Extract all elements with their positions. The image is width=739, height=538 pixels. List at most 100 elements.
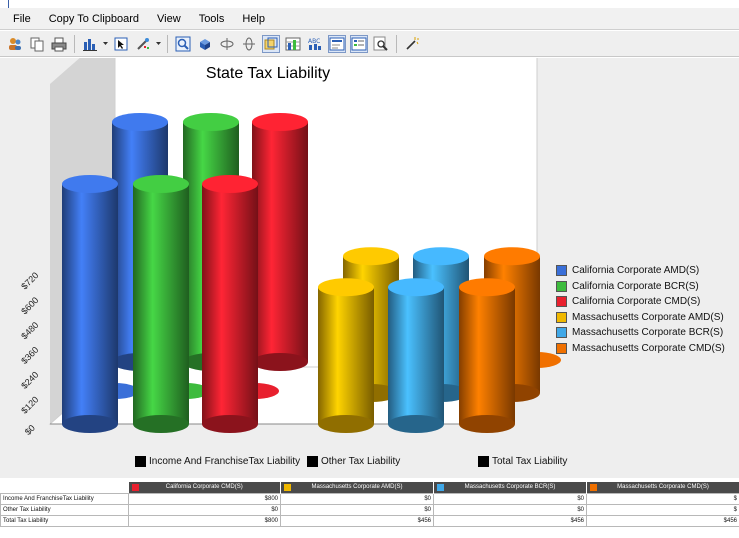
bar-bottom bbox=[62, 415, 118, 433]
3d-icon[interactable] bbox=[196, 35, 214, 53]
bar-body bbox=[202, 184, 258, 424]
table-cell: $ bbox=[586, 503, 739, 516]
table-cell: $0 bbox=[128, 503, 281, 516]
menu-help[interactable]: Help bbox=[233, 8, 274, 30]
bar-top bbox=[112, 113, 168, 131]
bar bbox=[133, 175, 189, 433]
legend-label: Massachusetts Corporate BCR(S) bbox=[572, 327, 724, 339]
paint-icon[interactable] bbox=[134, 35, 152, 53]
category-legend-label: Other Tax Liability bbox=[321, 456, 401, 467]
bar-top bbox=[484, 247, 540, 266]
legend-entry: Massachusetts Corporate BCR(S) bbox=[556, 325, 725, 341]
table-cell: $800 bbox=[128, 492, 281, 505]
bar-body bbox=[62, 184, 118, 424]
bar-bottom bbox=[459, 415, 515, 433]
menu-copy-to-clipboard[interactable]: Copy To Clipboard bbox=[40, 8, 148, 30]
chevron-down-icon[interactable] bbox=[156, 35, 161, 53]
wizard-icon[interactable] bbox=[403, 35, 421, 53]
bar bbox=[459, 278, 515, 433]
bar-top bbox=[388, 278, 444, 297]
table-cell: $456 bbox=[586, 514, 739, 527]
data-table: California Corporate CMD(S) Massachusett… bbox=[0, 482, 739, 527]
bar-top bbox=[459, 278, 515, 297]
y-tick-label: $0 bbox=[23, 423, 37, 437]
bar-bottom bbox=[252, 353, 308, 371]
table-column-header: Massachusetts Corporate CMD(S) bbox=[586, 482, 739, 493]
y-tick-label: $480 bbox=[19, 320, 40, 341]
select-icon[interactable] bbox=[112, 35, 130, 53]
legend-label: California Corporate CMD(S) bbox=[572, 296, 701, 308]
series-legend: California Corporate AMD(S) California Co… bbox=[556, 263, 725, 356]
bar-body bbox=[252, 122, 308, 362]
table-column-header: Massachusetts Corporate AMD(S) bbox=[280, 482, 434, 493]
bar-body bbox=[318, 287, 374, 424]
table-cell: $0 bbox=[433, 492, 587, 505]
grid-icon[interactable] bbox=[284, 35, 302, 53]
legend-icon[interactable] bbox=[350, 34, 368, 53]
category-legend-entry: Income And FranchiseTax Liability bbox=[135, 456, 300, 467]
table-cell: $0 bbox=[280, 492, 434, 505]
table-row: Income And FranchiseTax Liability $800 $… bbox=[0, 492, 739, 505]
legend-label: Massachusetts Corporate CMD(S) bbox=[572, 342, 725, 354]
category-legend: Income And FranchiseTax Liability Other … bbox=[0, 454, 739, 472]
category-legend-entry: Total Tax Liability bbox=[478, 456, 567, 467]
table-cell: $ bbox=[586, 492, 739, 505]
y-tick-label: $240 bbox=[19, 370, 40, 391]
legend-entry: Massachusetts Corporate CMD(S) bbox=[556, 341, 725, 357]
menu-tools[interactable]: Tools bbox=[190, 8, 234, 30]
bar-top bbox=[133, 175, 189, 193]
table-corner bbox=[0, 482, 129, 493]
bar-top bbox=[343, 247, 399, 266]
legend-swatch bbox=[556, 327, 567, 339]
bar-top bbox=[413, 247, 469, 266]
table-cell: $0 bbox=[433, 503, 587, 516]
bar-bottom bbox=[202, 415, 258, 433]
bar-body bbox=[388, 287, 444, 424]
zoom-icon[interactable] bbox=[372, 35, 390, 53]
rotate-horizontal-icon[interactable] bbox=[218, 35, 236, 53]
menu-file[interactable]: File bbox=[4, 8, 40, 30]
table-row-label: Other Tax Liability bbox=[0, 503, 129, 516]
table-header-swatch bbox=[437, 484, 444, 491]
people-icon[interactable] bbox=[6, 35, 24, 53]
depth-icon[interactable] bbox=[262, 34, 280, 53]
menu-bar: File Copy To Clipboard View Tools Help bbox=[0, 8, 739, 30]
bar-body bbox=[459, 287, 515, 424]
bar-bottom bbox=[318, 415, 374, 433]
table-row: Other Tax Liability $0 $0 $0 $ bbox=[0, 503, 739, 516]
y-tick-label: $360 bbox=[19, 345, 40, 366]
svg-text:ABC: ABC bbox=[308, 38, 320, 45]
bar-top bbox=[202, 175, 258, 193]
bar bbox=[318, 278, 374, 433]
chart-area: State Tax Liability $0 $120 $240 $360 $480 $6… bbox=[0, 58, 739, 478]
legend-entry: California Corporate AMD(S) bbox=[556, 263, 725, 279]
data-labels-icon[interactable]: ABC bbox=[306, 35, 324, 53]
rotate-vertical-icon[interactable] bbox=[240, 35, 258, 53]
zoom-in-icon[interactable] bbox=[174, 35, 192, 53]
chart-title-icon[interactable] bbox=[328, 34, 346, 53]
category-legend-swatch bbox=[307, 456, 318, 467]
table-row-label: Total Tax Liability bbox=[0, 514, 129, 527]
table-cell: $800 bbox=[128, 514, 281, 527]
legend-label: California Corporate AMD(S) bbox=[572, 265, 700, 277]
bar bbox=[202, 175, 258, 433]
bar-bottom bbox=[388, 415, 444, 433]
bar bbox=[62, 175, 118, 433]
bar-top bbox=[252, 113, 308, 131]
chevron-down-icon[interactable] bbox=[103, 35, 108, 53]
copy-icon[interactable] bbox=[28, 35, 46, 53]
chart-type-icon[interactable] bbox=[81, 35, 99, 53]
legend-label: Massachusetts Corporate AMD(S) bbox=[572, 311, 724, 323]
toolbar-separator bbox=[396, 34, 397, 53]
legend-entry: California Corporate CMD(S) bbox=[556, 294, 725, 310]
legend-swatch bbox=[556, 265, 567, 277]
bar-top bbox=[62, 175, 118, 193]
category-legend-label: Total Tax Liability bbox=[492, 456, 568, 467]
category-legend-swatch bbox=[478, 456, 489, 467]
y-tick-label: $720 bbox=[19, 270, 40, 291]
print-icon[interactable] bbox=[50, 35, 68, 53]
category-legend-entry: Other Tax Liability bbox=[307, 456, 400, 467]
menu-view[interactable]: View bbox=[148, 8, 190, 30]
legend-swatch bbox=[556, 342, 567, 354]
legend-entry: California Corporate BCR(S) bbox=[556, 279, 725, 295]
